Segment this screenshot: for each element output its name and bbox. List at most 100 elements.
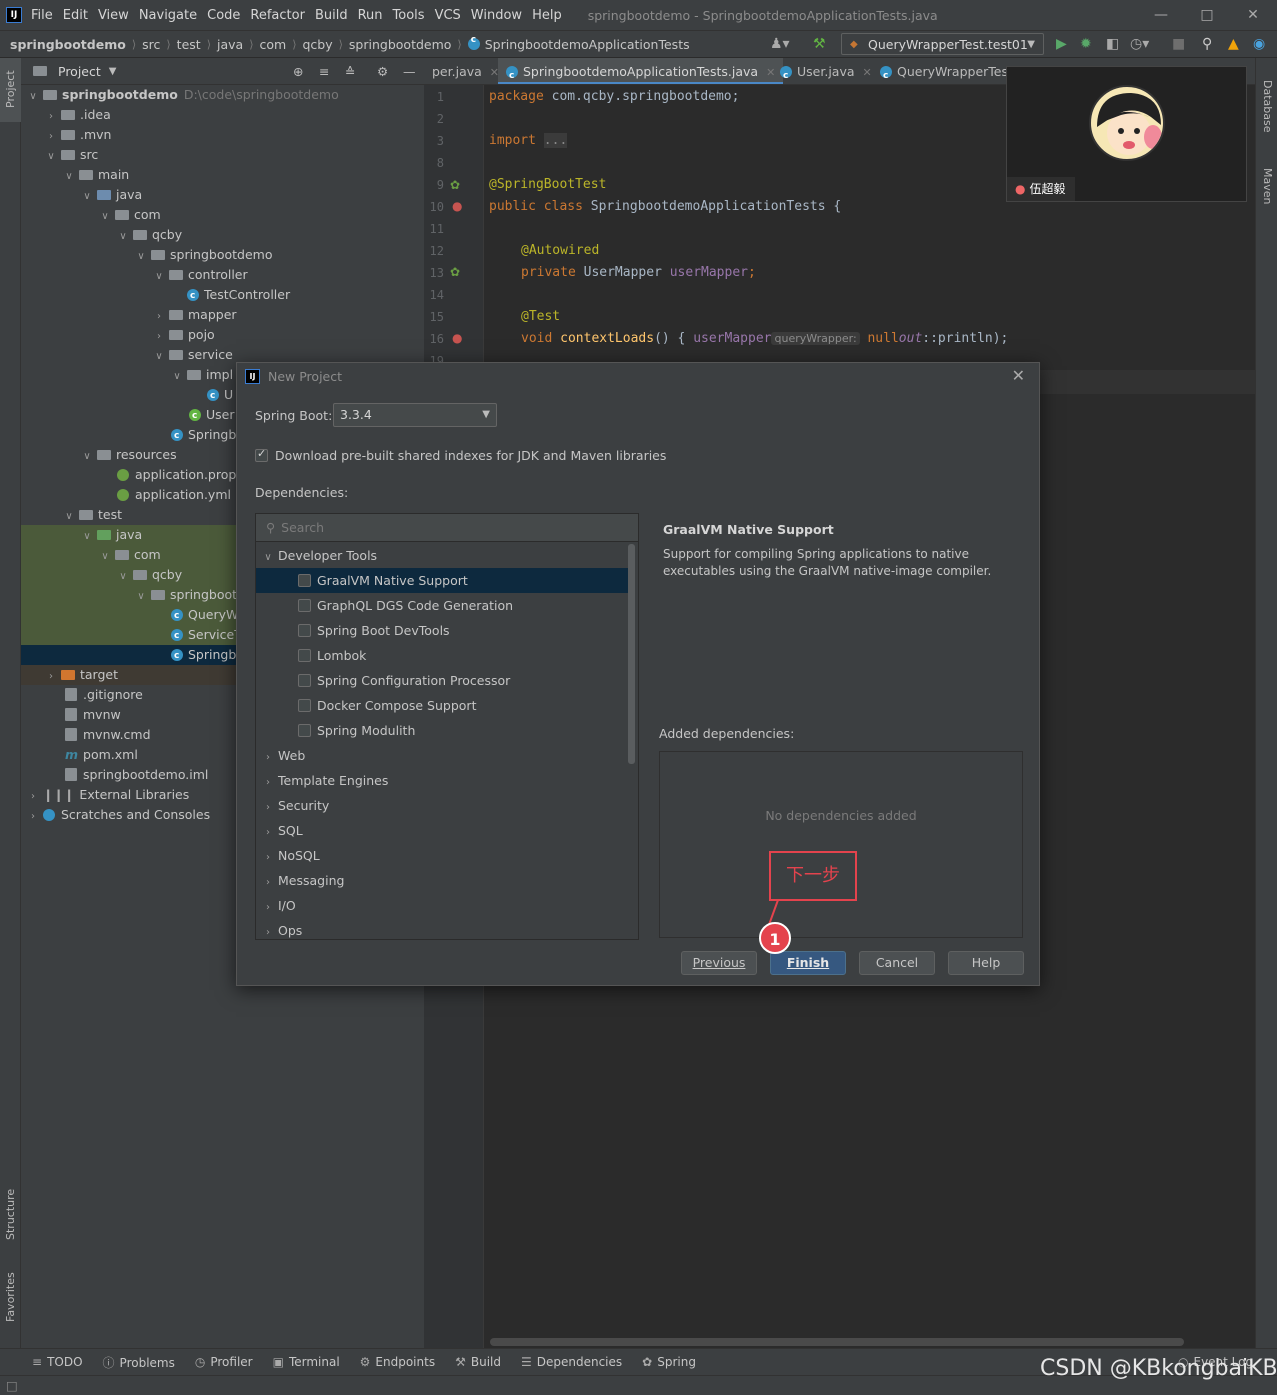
breadcrumb-item[interactable]: SpringbootdemoApplicationTests [485,37,690,52]
tree-row[interactable]: › .mvn [21,125,424,145]
breadcrumb-item[interactable]: java [217,37,243,52]
collapse-all-icon[interactable]: ≙ [345,64,355,79]
dependency-group[interactable]: › Ops [256,918,628,939]
video-call-overlay[interactable]: ● 伍超毅 [1006,66,1247,202]
tab-query-wrapper[interactable]: QueryWrapperTes [872,58,1016,84]
tree-row[interactable]: › .idea [21,105,424,125]
breadcrumb-item[interactable]: test [177,37,201,52]
breadcrumb-item[interactable]: springbootdemo [349,37,452,52]
profiler-tab[interactable]: ◷ Profiler [195,1355,253,1369]
menu-edit[interactable]: Edit [63,8,88,23]
run-test-gutter-icon[interactable]: ● [452,199,462,213]
tree-row[interactable]: ∨ springbootdemo [21,245,424,265]
minimize-icon[interactable]: — [1138,0,1184,30]
layout-toggle-icon[interactable]: □ [6,1378,18,1393]
run-test-gutter-icon[interactable]: ● [452,331,462,345]
close-icon[interactable]: ✕ [863,66,872,79]
vcs-user-icon[interactable]: ♟▾ [770,35,790,53]
dependency-item[interactable]: Docker Compose Support [256,693,628,718]
menu-help[interactable]: Help [532,8,562,23]
breadcrumb-item[interactable]: springbootdemo [10,37,126,52]
menu-code[interactable]: Code [207,8,240,23]
dependency-item[interactable]: GraphQL DGS Code Generation [256,593,628,618]
dependency-checkbox[interactable] [298,624,311,637]
tab-mapper[interactable]: per.java ✕ [424,58,507,84]
search-icon[interactable]: ⚲ [1202,35,1212,53]
spring-bean-icon[interactable]: ✿ [450,178,460,192]
download-indexes-checkbox[interactable] [255,447,268,462]
tree-row[interactable]: › pojo [21,325,424,345]
dependency-group[interactable]: › Messaging [256,868,628,893]
dependency-checkbox[interactable] [298,699,311,712]
dependency-group[interactable]: › Security [256,793,628,818]
dependencies-tab[interactable]: ☰ Dependencies [521,1355,622,1369]
coverage-icon[interactable]: ◧ [1106,35,1119,53]
cancel-button[interactable]: Cancel [859,951,935,975]
editor-horizontal-scrollbar[interactable] [490,1338,1184,1346]
maximize-icon[interactable]: □ [1184,0,1230,30]
dependency-item[interactable]: Spring Modulith [256,718,628,743]
structure-stripe-label[interactable]: Structure [4,1189,17,1240]
database-stripe-label[interactable]: Database [1261,80,1274,133]
dependency-group[interactable]: › I/O [256,893,628,918]
tab-application-tests[interactable]: SpringbootdemoApplicationTests.java✕ [498,58,784,84]
stop-icon[interactable]: ■ [1172,35,1185,53]
tree-row[interactable]: ∨ src [21,145,424,165]
breadcrumb-item[interactable]: src [142,37,160,52]
dependency-item[interactable]: Lombok [256,643,628,668]
tree-row[interactable]: ∨ qcby [21,225,424,245]
build-hammer-icon[interactable]: ⚒ [813,35,826,53]
endpoints-tab[interactable]: ⚙ Endpoints [360,1355,435,1369]
dependency-checkbox[interactable] [298,674,311,687]
menu-window[interactable]: Window [471,8,522,23]
tree-row[interactable]: ∨ springbootdemo D:\code\springbootdemo [21,85,424,105]
todo-tab[interactable]: ≡ TODO [32,1355,83,1369]
help-button[interactable]: Help [948,951,1024,975]
tree-row[interactable]: ∨ java [21,185,424,205]
update-icon[interactable]: ▲ [1228,35,1239,53]
spring-tab[interactable]: ✿ Spring [642,1355,696,1369]
terminal-tab[interactable]: ▣ Terminal [273,1355,340,1369]
run-config-select[interactable]: ◆ QueryWrapperTest.test01 ▼ [841,33,1044,55]
dependency-checkbox[interactable] [298,574,311,587]
chevron-down-icon[interactable]: ▼ [109,66,117,77]
folded-imports[interactable]: ... [543,133,568,148]
dependency-item[interactable]: Spring Boot DevTools [256,618,628,643]
tree-row[interactable]: ∨ com [21,205,424,225]
dependency-group[interactable]: › SQL [256,818,628,843]
plugin-icon[interactable]: ◉ [1253,35,1265,53]
autowired-bean-icon[interactable]: ✿ [450,265,460,279]
dependency-group[interactable]: › Web [256,743,628,768]
menu-vcs[interactable]: VCS [435,8,461,23]
dependency-group[interactable]: ∨ Developer Tools [256,543,628,568]
breadcrumb-item[interactable]: qcby [302,37,332,52]
close-window-icon[interactable]: ✕ [1230,0,1276,30]
tree-row[interactable]: › mapper [21,305,424,325]
dependency-checkbox[interactable] [298,599,311,612]
menu-file[interactable]: File [31,8,53,23]
debug-icon[interactable]: ✹ [1080,35,1092,53]
dependency-checkbox[interactable] [298,724,311,737]
dependency-list-scrollbar[interactable] [628,544,635,764]
dependency-group[interactable]: › NoSQL [256,843,628,868]
project-panel-title[interactable]: Project [58,64,101,79]
finish-button[interactable]: Finish [770,951,846,975]
run-icon[interactable]: ▶ [1056,35,1067,53]
locate-icon[interactable]: ⊕ [293,64,303,79]
problems-tab[interactable]: ⓘ Problems [103,1354,175,1371]
favorites-stripe-label[interactable]: Favorites [4,1272,17,1322]
download-indexes-label[interactable]: Download pre-built shared indexes for JD… [275,448,666,463]
spring-boot-version-select[interactable]: 3.3.4 ▼ [333,403,497,427]
menu-view[interactable]: View [98,8,129,23]
close-icon[interactable]: ✕ [1012,366,1025,385]
hide-icon[interactable]: — [403,64,416,79]
expand-all-icon[interactable]: ≡ [319,64,329,79]
dependency-group[interactable]: › Template Engines [256,768,628,793]
previous-button[interactable]: Previous [681,951,757,975]
profile-icon[interactable]: ◷▾ [1130,35,1149,53]
maven-stripe-label[interactable]: Maven [1261,168,1274,204]
breadcrumb-item[interactable]: com [259,37,286,52]
project-stripe-label[interactable]: Project [4,70,17,108]
tree-row[interactable]: ∨ main [21,165,424,185]
dependency-search-input[interactable]: ⚲ Search [256,514,638,542]
